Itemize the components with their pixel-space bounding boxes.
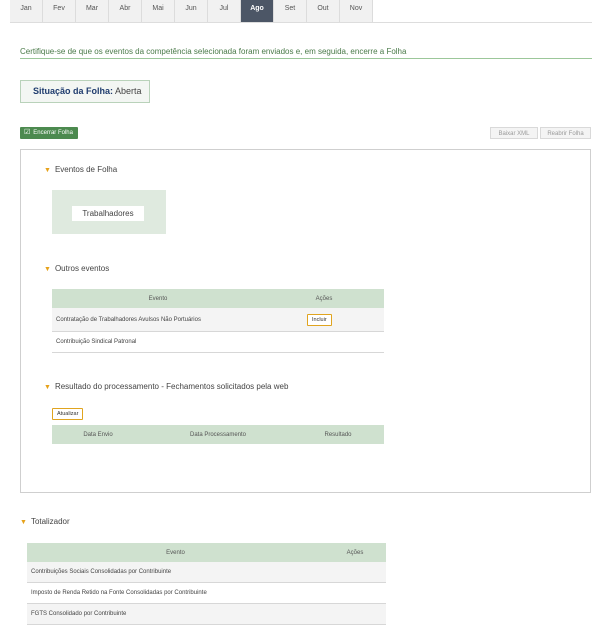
tabs-divider xyxy=(10,22,592,23)
totalizador-header[interactable]: ▼ Totalizador xyxy=(20,517,70,526)
tab-jun[interactable]: Jun xyxy=(175,0,208,22)
acao-cell xyxy=(264,331,384,353)
baixar-xml-button[interactable]: Baixar XML xyxy=(490,127,538,139)
table-row: Contratação de Trabalhadores Avulsos Não… xyxy=(52,308,384,332)
trabalhadores-button[interactable]: Trabalhadores xyxy=(72,206,144,221)
col-evento: Evento xyxy=(52,289,264,308)
col-evento: Evento xyxy=(27,543,324,562)
status-label: Situação da Folha: xyxy=(33,86,114,96)
tab-jan[interactable]: Jan xyxy=(10,0,43,22)
tab-out[interactable]: Out xyxy=(307,0,340,22)
col-data-processamento: Data Processamento xyxy=(144,425,292,444)
atualizar-button[interactable]: Atualizar xyxy=(52,408,84,420)
tab-fev[interactable]: Fev xyxy=(43,0,76,22)
collapse-triangle-icon: ▼ xyxy=(20,519,27,526)
evento-cell: Contribuições Sociais Consolidadas por C… xyxy=(27,562,324,583)
tab-jul[interactable]: Jul xyxy=(208,0,241,22)
eventos-folha-header[interactable]: ▼ Eventos de Folha xyxy=(44,165,117,174)
col-acoes: Ações xyxy=(324,543,386,562)
evento-cell: Contratação de Trabalhadores Avulsos Não… xyxy=(52,308,264,332)
col-resultado: Resultado xyxy=(292,425,384,444)
col-acoes: Ações xyxy=(264,289,384,308)
table-row: Contribuições Sociais Consolidadas por C… xyxy=(27,562,386,583)
totalizador-title: Totalizador xyxy=(30,517,70,526)
table-row: Contribuição Sindical Patronal xyxy=(52,331,384,353)
eventos-folha-title: Eventos de Folha xyxy=(54,165,118,174)
encerrar-folha-button[interactable]: ☑ Encerrar Folha xyxy=(20,127,78,139)
evento-cell: FGTS Consolidado por Contribuinte xyxy=(27,603,324,625)
acao-cell xyxy=(324,562,386,583)
table-row: Imposto de Renda Retido na Fonte Consoli… xyxy=(27,582,386,604)
outros-eventos-table: Evento Ações Contratação de Trabalhadore… xyxy=(52,289,384,353)
resultado-title: Resultado do processamento - Fechamentos… xyxy=(54,382,289,391)
tab-abr[interactable]: Abr xyxy=(109,0,142,22)
totalizador-table: Evento Ações Contribuições Sociais Conso… xyxy=(27,543,386,625)
resultado-header[interactable]: ▼ Resultado do processamento - Fechamento… xyxy=(44,382,288,391)
status-box: Situação da Folha: Aberta xyxy=(20,80,150,103)
acao-cell xyxy=(324,582,386,604)
outros-eventos-header[interactable]: ▼ Outros eventos xyxy=(44,264,109,273)
collapse-triangle-icon: ▼ xyxy=(44,266,51,273)
acao-cell: Incluir xyxy=(264,308,384,332)
outros-eventos-title: Outros eventos xyxy=(54,264,110,273)
evento-cell: Contribuição Sindical Patronal xyxy=(52,331,264,353)
tab-mar[interactable]: Mar xyxy=(76,0,109,22)
acao-cell xyxy=(324,603,386,625)
month-tabs: Jan Fev Mar Abr Mai Jun Jul Ago Set Out … xyxy=(10,0,373,22)
encerrar-label: Encerrar Folha xyxy=(33,130,73,136)
reabrir-folha-button[interactable]: Reabrir Folha xyxy=(540,127,591,139)
col-data-envio: Data Envio xyxy=(52,425,144,444)
tab-nov[interactable]: Nov xyxy=(340,0,373,22)
evento-cell: Imposto de Renda Retido na Fonte Consoli… xyxy=(27,582,324,604)
tab-set[interactable]: Set xyxy=(274,0,307,22)
instruction-divider xyxy=(20,58,592,59)
resultado-table: Data Envio Data Processamento Resultado xyxy=(52,425,384,444)
collapse-triangle-icon: ▼ xyxy=(44,384,51,391)
status-value: Aberta xyxy=(115,86,142,96)
table-row: FGTS Consolidado por Contribuinte xyxy=(27,603,386,625)
tab-ago[interactable]: Ago xyxy=(241,0,274,22)
instruction-text: Certifique-se de que os eventos da compe… xyxy=(20,47,407,56)
check-icon: ☑ xyxy=(24,129,31,136)
tab-mai[interactable]: Mai xyxy=(142,0,175,22)
incluir-button[interactable]: Incluir xyxy=(307,313,332,326)
collapse-triangle-icon: ▼ xyxy=(44,167,51,174)
